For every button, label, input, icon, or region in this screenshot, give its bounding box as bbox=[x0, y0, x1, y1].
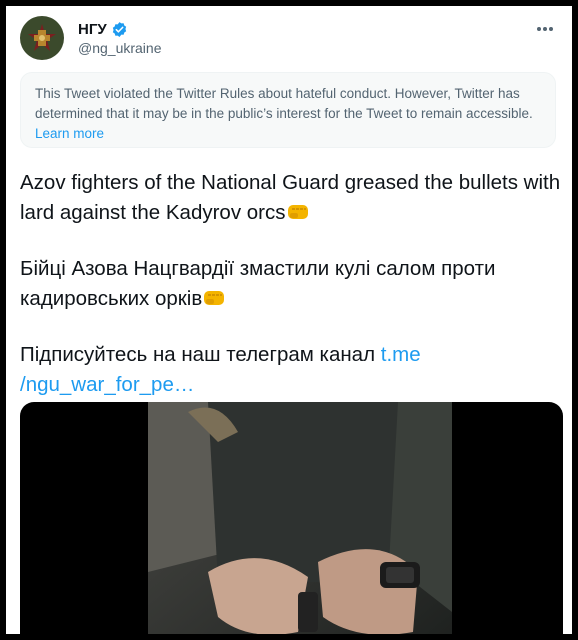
tweet-paragraph-cta: Підписуйтесь на наш телеграм канал t.me … bbox=[20, 340, 565, 400]
notice-text: This Tweet violated the Twitter Rules ab… bbox=[35, 86, 533, 121]
rules-violation-notice: This Tweet violated the Twitter Rules ab… bbox=[20, 72, 556, 148]
tweet-card: НГУ @ng_ukraine This Tweet violated the … bbox=[4, 4, 574, 636]
tweet-line-uk: Бійці Азова Нацгвардії змастили кулі сал… bbox=[20, 257, 496, 310]
video-thumbnail bbox=[148, 402, 452, 634]
national-guard-emblem-icon bbox=[28, 24, 56, 51]
verified-badge-icon bbox=[111, 21, 128, 38]
author-handle[interactable]: @ng_ukraine bbox=[78, 40, 162, 56]
author-display-name[interactable]: НГУ bbox=[78, 21, 107, 38]
tweet-paragraph-en: Azov fighters of the National Guard grea… bbox=[20, 168, 565, 228]
name-row: НГУ bbox=[78, 21, 162, 38]
tweet-line-cta: Підписуйтесь на наш телеграм канал bbox=[20, 343, 376, 366]
avatar[interactable] bbox=[20, 16, 64, 60]
oncoming-fist-emoji-icon bbox=[202, 287, 226, 307]
tweet-text: Azov fighters of the National Guard grea… bbox=[20, 168, 565, 400]
learn-more-link[interactable]: Learn more bbox=[35, 126, 104, 141]
more-dots-icon bbox=[537, 27, 553, 31]
more-options-button[interactable] bbox=[534, 18, 556, 40]
tweet-video[interactable] bbox=[20, 402, 563, 634]
author-block: НГУ @ng_ukraine bbox=[78, 21, 162, 56]
oncoming-fist-emoji-icon bbox=[286, 201, 310, 221]
video-frame-illustration bbox=[148, 402, 452, 634]
tweet-paragraph-uk: Бійці Азова Нацгвардії змастили кулі сал… bbox=[20, 254, 565, 314]
tweet-header: НГУ @ng_ukraine bbox=[20, 14, 560, 62]
